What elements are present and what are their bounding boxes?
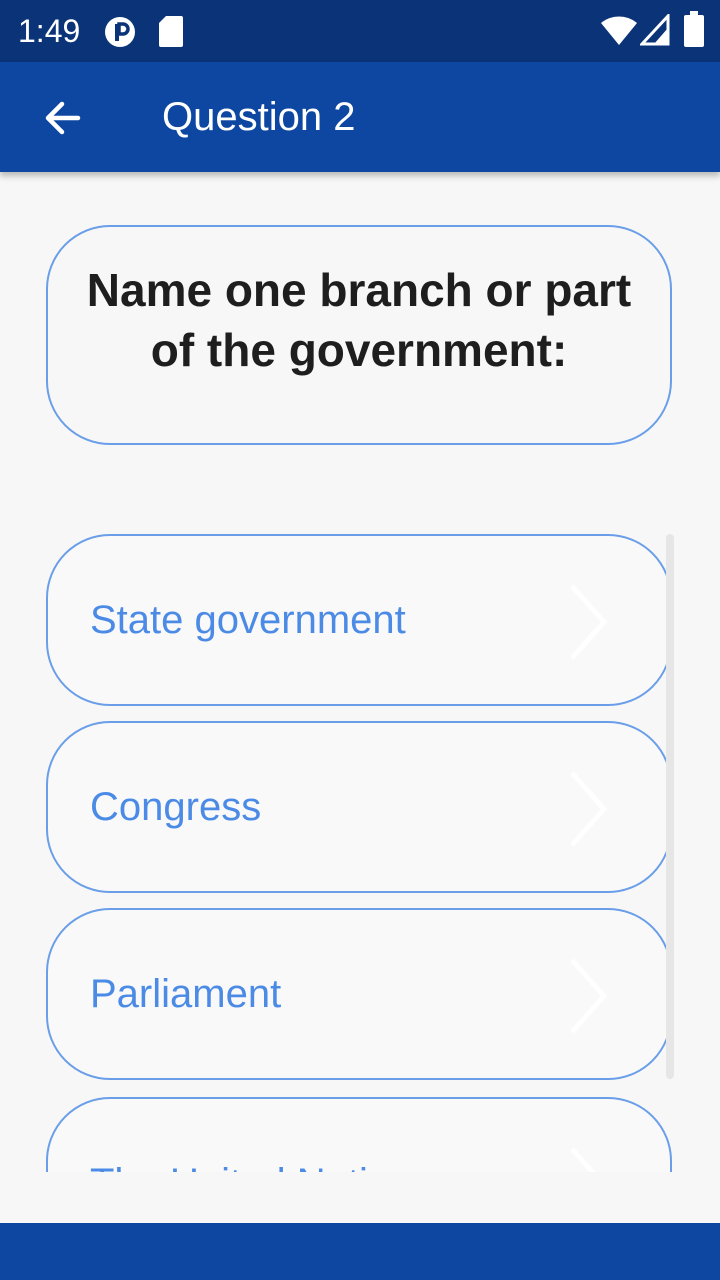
status-bar: 1:49 bbox=[0, 0, 720, 62]
answer-option-parliament[interactable]: Parliament bbox=[46, 908, 672, 1080]
answer-label: Parliament bbox=[90, 972, 282, 1016]
sd-card-icon bbox=[159, 16, 183, 47]
answer-label: The United Nations bbox=[90, 1155, 432, 1172]
app-bar: Question 2 bbox=[0, 62, 720, 172]
status-time: 1:49 bbox=[18, 13, 81, 49]
chevron-right-icon bbox=[570, 1147, 596, 1172]
page-title: Question 2 bbox=[162, 95, 356, 139]
question-card: Name one branch or part of the governmen… bbox=[46, 225, 672, 445]
bottom-bar bbox=[0, 1223, 720, 1280]
battery-icon bbox=[684, 11, 704, 47]
scrollbar[interactable] bbox=[666, 534, 674, 1079]
answer-label: State government bbox=[90, 598, 406, 642]
answer-option-state-government[interactable]: State government bbox=[46, 534, 672, 706]
chevron-right-icon bbox=[570, 958, 608, 1034]
chevron-right-icon bbox=[570, 584, 608, 660]
signal-icon bbox=[640, 14, 670, 46]
answers-list[interactable]: State government Congress Parliament The… bbox=[0, 534, 720, 1172]
answer-option-congress[interactable]: Congress bbox=[46, 721, 672, 893]
answer-option-the-united-nations[interactable]: The United Nations bbox=[46, 1097, 672, 1172]
chevron-right-icon bbox=[570, 771, 608, 847]
answer-label: Congress bbox=[90, 785, 262, 829]
wifi-icon bbox=[601, 16, 637, 45]
p-badge-icon bbox=[105, 17, 135, 47]
arrow-left-icon bbox=[45, 101, 81, 135]
back-button[interactable] bbox=[30, 86, 94, 150]
question-text: Name one branch or part of the governmen… bbox=[86, 264, 632, 376]
